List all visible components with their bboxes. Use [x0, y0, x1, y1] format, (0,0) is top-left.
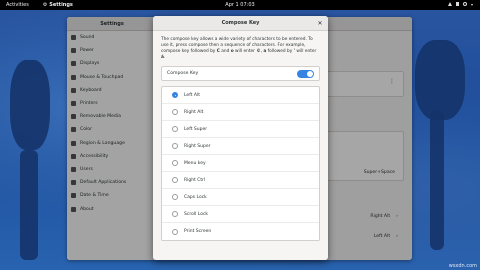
compose-option[interactable]: Print Screen — [162, 223, 319, 240]
watermark: wsxdn.com — [448, 263, 477, 269]
wallpaper-trunk — [20, 150, 38, 260]
compose-key-toggle-row: Compose Key — [161, 66, 320, 81]
option-label: Right Alt — [184, 109, 204, 115]
switch-knob — [307, 70, 313, 77]
radio-button[interactable] — [172, 143, 178, 149]
desc-text: . — [163, 55, 166, 60]
desc-text: will enter — [295, 49, 317, 54]
desc-text: will enter — [233, 49, 257, 54]
app-menu-label: Settings — [49, 2, 73, 8]
dialog-title: Compose Key — [221, 20, 260, 26]
option-label: Menu key — [184, 160, 206, 166]
option-label: Caps Lock — [184, 194, 207, 200]
desc-text: followed by — [266, 49, 294, 54]
wallpaper-tree — [10, 60, 50, 150]
option-label: Right Ctrl — [184, 177, 206, 183]
compose-key-options: Left Alt Right Alt Left Super Right Super Me… — [161, 86, 320, 241]
wallpaper-tree — [415, 40, 465, 120]
radio-button[interactable] — [172, 211, 178, 217]
radio-button[interactable] — [172, 126, 178, 132]
radio-button[interactable] — [172, 177, 178, 183]
dialog-description: The compose key allows a wide variety of… — [153, 31, 328, 61]
compose-option[interactable]: Menu key — [162, 155, 319, 172]
power-icon — [463, 2, 467, 6]
compose-key-switch[interactable] — [297, 69, 314, 78]
compose-option[interactable]: Scroll Lock — [162, 206, 319, 223]
app-menu[interactable]: ⚙ Settings — [35, 2, 73, 8]
compose-key-dialog: Compose Key ✕ The compose key allows a w… — [153, 16, 328, 260]
compose-option[interactable]: Right Alt — [162, 104, 319, 121]
activities-button[interactable]: Activities — [0, 2, 35, 8]
gear-icon: ⚙ — [42, 2, 48, 8]
option-label: Print Screen — [184, 229, 212, 234]
compose-option[interactable]: Caps Lock — [162, 189, 319, 206]
network-icon — [448, 2, 452, 6]
compose-option[interactable]: Right Ctrl — [162, 172, 319, 189]
compose-option[interactable]: Left Alt — [162, 87, 319, 104]
compose-option[interactable]: Left Super — [162, 121, 319, 138]
radio-button[interactable] — [172, 92, 178, 98]
option-label: Left Super — [184, 126, 208, 132]
volume-icon — [456, 2, 459, 6]
compose-option[interactable]: Right Super — [162, 138, 319, 155]
dialog-header: Compose Key ✕ — [153, 16, 328, 31]
top-bar: Activities ⚙ Settings Apr 1 07:03 ▾ — [0, 0, 480, 10]
option-label: Right Super — [184, 143, 211, 149]
radio-button[interactable] — [172, 160, 178, 166]
wallpaper-trunk — [430, 110, 444, 250]
system-tray[interactable]: ▾ — [448, 2, 476, 7]
desc-text: and — [219, 49, 231, 54]
radio-button[interactable] — [172, 109, 178, 115]
option-label: Left Alt — [184, 92, 200, 98]
close-icon[interactable]: ✕ — [316, 20, 324, 28]
radio-button[interactable] — [172, 194, 178, 200]
toggle-label: Compose Key — [167, 71, 199, 76]
option-label: Scroll Lock — [184, 211, 209, 217]
radio-button[interactable] — [172, 228, 178, 235]
chevron-down-icon: ▾ — [471, 2, 474, 7]
